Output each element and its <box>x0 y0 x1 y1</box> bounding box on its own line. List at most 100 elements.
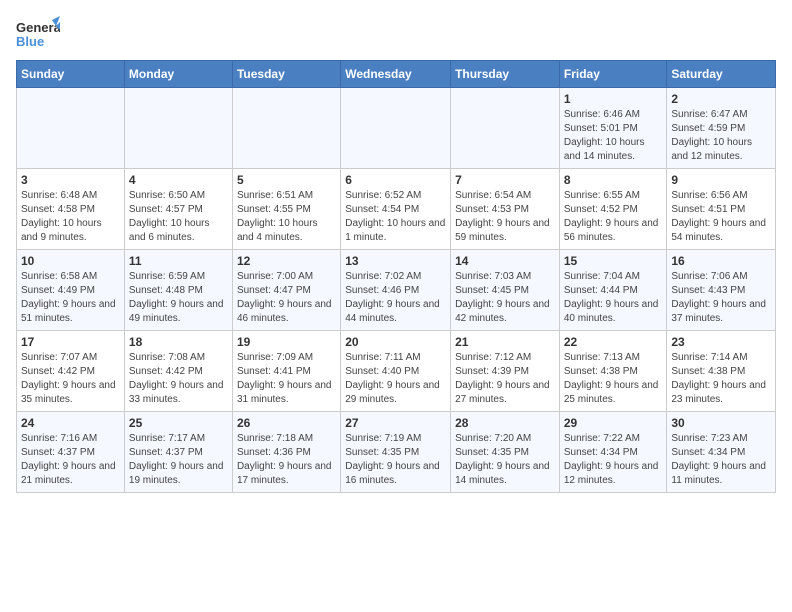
calendar-table: SundayMondayTuesdayWednesdayThursdayFrid… <box>16 60 776 493</box>
day-info: Sunrise: 7:09 AM Sunset: 4:41 PM Dayligh… <box>237 351 336 407</box>
day-number: 23 <box>671 335 771 349</box>
calendar-cell: 9 Sunrise: 6:56 AM Sunset: 4:51 PM Daylig… <box>667 169 776 250</box>
logo: General Blue <box>16 16 60 52</box>
day-number: 27 <box>345 416 446 430</box>
calendar-cell: 28 Sunrise: 7:20 AM Sunset: 4:35 PM Dayli… <box>451 412 560 493</box>
day-number: 13 <box>345 254 446 268</box>
weekday-header-monday: Monday <box>124 61 232 88</box>
calendar-cell: 30 Sunrise: 7:23 AM Sunset: 4:34 PM Dayli… <box>667 412 776 493</box>
day-number: 6 <box>345 173 446 187</box>
weekday-header-wednesday: Wednesday <box>341 61 451 88</box>
weekday-header-sunday: Sunday <box>17 61 125 88</box>
day-number: 3 <box>21 173 120 187</box>
calendar-cell: 10 Sunrise: 6:58 AM Sunset: 4:49 PM Dayli… <box>17 250 125 331</box>
day-info: Sunrise: 6:54 AM Sunset: 4:53 PM Dayligh… <box>455 189 555 245</box>
day-info: Sunrise: 7:07 AM Sunset: 4:42 PM Dayligh… <box>21 351 120 407</box>
day-number: 10 <box>21 254 120 268</box>
day-info: Sunrise: 7:17 AM Sunset: 4:37 PM Dayligh… <box>129 432 228 488</box>
calendar-cell <box>232 88 340 169</box>
calendar-cell: 7 Sunrise: 6:54 AM Sunset: 4:53 PM Daylig… <box>451 169 560 250</box>
day-info: Sunrise: 7:18 AM Sunset: 4:36 PM Dayligh… <box>237 432 336 488</box>
day-info: Sunrise: 6:50 AM Sunset: 4:57 PM Dayligh… <box>129 189 228 245</box>
day-number: 9 <box>671 173 771 187</box>
day-number: 12 <box>237 254 336 268</box>
day-number: 15 <box>564 254 663 268</box>
day-info: Sunrise: 7:02 AM Sunset: 4:46 PM Dayligh… <box>345 270 446 326</box>
calendar-cell: 2 Sunrise: 6:47 AM Sunset: 4:59 PM Daylig… <box>667 88 776 169</box>
weekday-header-friday: Friday <box>559 61 667 88</box>
day-info: Sunrise: 7:13 AM Sunset: 4:38 PM Dayligh… <box>564 351 663 407</box>
page-header: General Blue <box>16 16 776 52</box>
calendar-cell: 29 Sunrise: 7:22 AM Sunset: 4:34 PM Dayli… <box>559 412 667 493</box>
calendar-cell: 4 Sunrise: 6:50 AM Sunset: 4:57 PM Daylig… <box>124 169 232 250</box>
day-number: 8 <box>564 173 663 187</box>
day-number: 30 <box>671 416 771 430</box>
day-info: Sunrise: 7:11 AM Sunset: 4:40 PM Dayligh… <box>345 351 446 407</box>
day-number: 5 <box>237 173 336 187</box>
day-number: 11 <box>129 254 228 268</box>
day-number: 2 <box>671 92 771 106</box>
day-number: 17 <box>21 335 120 349</box>
day-info: Sunrise: 6:47 AM Sunset: 4:59 PM Dayligh… <box>671 108 771 164</box>
calendar-cell: 16 Sunrise: 7:06 AM Sunset: 4:43 PM Dayli… <box>667 250 776 331</box>
calendar-cell: 23Sunrise: 7:14 AM Sunset: 4:38 PM Dayli… <box>667 331 776 412</box>
day-info: Sunrise: 7:04 AM Sunset: 4:44 PM Dayligh… <box>564 270 663 326</box>
calendar-cell: 6 Sunrise: 6:52 AM Sunset: 4:54 PM Daylig… <box>341 169 451 250</box>
calendar-cell: 26 Sunrise: 7:18 AM Sunset: 4:36 PM Dayli… <box>232 412 340 493</box>
day-info: Sunrise: 6:52 AM Sunset: 4:54 PM Dayligh… <box>345 189 446 245</box>
calendar-cell: 19Sunrise: 7:09 AM Sunset: 4:41 PM Dayli… <box>232 331 340 412</box>
calendar-cell: 17 Sunrise: 7:07 AM Sunset: 4:42 PM Dayli… <box>17 331 125 412</box>
calendar-cell: 21 Sunrise: 7:12 AM Sunset: 4:39 PM Dayli… <box>451 331 560 412</box>
day-info: Sunrise: 7:16 AM Sunset: 4:37 PM Dayligh… <box>21 432 120 488</box>
weekday-header-tuesday: Tuesday <box>232 61 340 88</box>
svg-text:General: General <box>16 20 60 35</box>
day-info: Sunrise: 7:22 AM Sunset: 4:34 PM Dayligh… <box>564 432 663 488</box>
day-number: 16 <box>671 254 771 268</box>
day-number: 22 <box>564 335 663 349</box>
day-number: 28 <box>455 416 555 430</box>
calendar-cell <box>451 88 560 169</box>
day-number: 24 <box>21 416 120 430</box>
day-info: Sunrise: 6:48 AM Sunset: 4:58 PM Dayligh… <box>21 189 120 245</box>
day-info: Sunrise: 6:58 AM Sunset: 4:49 PM Dayligh… <box>21 270 120 326</box>
day-info: Sunrise: 7:06 AM Sunset: 4:43 PM Dayligh… <box>671 270 771 326</box>
day-number: 21 <box>455 335 555 349</box>
calendar-cell: 27 Sunrise: 7:19 AM Sunset: 4:35 PM Dayli… <box>341 412 451 493</box>
calendar-cell: 3 Sunrise: 6:48 AM Sunset: 4:58 PM Daylig… <box>17 169 125 250</box>
day-info: Sunrise: 7:20 AM Sunset: 4:35 PM Dayligh… <box>455 432 555 488</box>
calendar-cell: 24 Sunrise: 7:16 AM Sunset: 4:37 PM Dayli… <box>17 412 125 493</box>
day-info: Sunrise: 7:12 AM Sunset: 4:39 PM Dayligh… <box>455 351 555 407</box>
calendar-cell: 20 Sunrise: 7:11 AM Sunset: 4:40 PM Dayli… <box>341 331 451 412</box>
day-info: Sunrise: 7:08 AM Sunset: 4:42 PM Dayligh… <box>129 351 228 407</box>
calendar-cell: 22 Sunrise: 7:13 AM Sunset: 4:38 PM Dayli… <box>559 331 667 412</box>
day-number: 4 <box>129 173 228 187</box>
day-number: 7 <box>455 173 555 187</box>
calendar-cell: 15 Sunrise: 7:04 AM Sunset: 4:44 PM Dayli… <box>559 250 667 331</box>
calendar-cell: 18 Sunrise: 7:08 AM Sunset: 4:42 PM Dayli… <box>124 331 232 412</box>
day-info: Sunrise: 7:03 AM Sunset: 4:45 PM Dayligh… <box>455 270 555 326</box>
calendar-cell: 8Sunrise: 6:55 AM Sunset: 4:52 PM Daylig… <box>559 169 667 250</box>
calendar-cell: 11 Sunrise: 6:59 AM Sunset: 4:48 PM Dayli… <box>124 250 232 331</box>
calendar-cell: 1 Sunrise: 6:46 AM Sunset: 5:01 PM Daylig… <box>559 88 667 169</box>
calendar-cell: 14 Sunrise: 7:03 AM Sunset: 4:45 PM Dayli… <box>451 250 560 331</box>
weekday-header-saturday: Saturday <box>667 61 776 88</box>
day-number: 29 <box>564 416 663 430</box>
day-info: Sunrise: 6:46 AM Sunset: 5:01 PM Dayligh… <box>564 108 663 164</box>
day-info: Sunrise: 6:56 AM Sunset: 4:51 PM Dayligh… <box>671 189 771 245</box>
day-number: 25 <box>129 416 228 430</box>
calendar-cell <box>124 88 232 169</box>
day-info: Sunrise: 6:59 AM Sunset: 4:48 PM Dayligh… <box>129 270 228 326</box>
calendar-cell: 5 Sunrise: 6:51 AM Sunset: 4:55 PM Daylig… <box>232 169 340 250</box>
day-number: 18 <box>129 335 228 349</box>
day-info: Sunrise: 7:00 AM Sunset: 4:47 PM Dayligh… <box>237 270 336 326</box>
day-info: Sunrise: 7:23 AM Sunset: 4:34 PM Dayligh… <box>671 432 771 488</box>
day-info: Sunrise: 6:51 AM Sunset: 4:55 PM Dayligh… <box>237 189 336 245</box>
day-number: 20 <box>345 335 446 349</box>
weekday-header-thursday: Thursday <box>451 61 560 88</box>
day-number: 26 <box>237 416 336 430</box>
day-number: 1 <box>564 92 663 106</box>
calendar-cell <box>17 88 125 169</box>
calendar-cell <box>341 88 451 169</box>
day-info: Sunrise: 7:19 AM Sunset: 4:35 PM Dayligh… <box>345 432 446 488</box>
day-number: 14 <box>455 254 555 268</box>
